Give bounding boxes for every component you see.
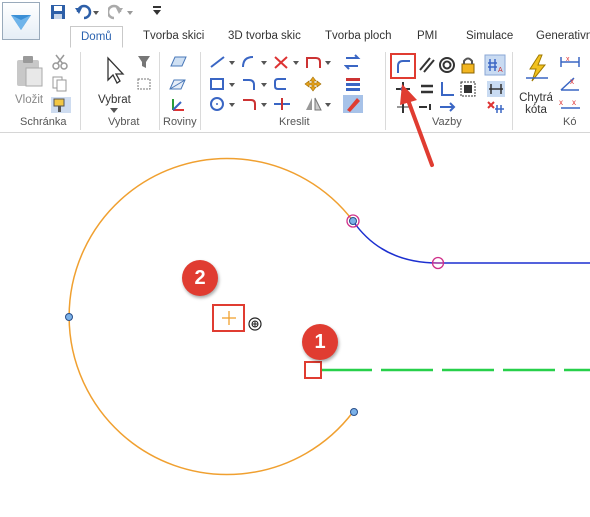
sketch-line-blue[interactable] [352,220,590,264]
arc-end-point[interactable] [350,408,358,416]
tangent-point-handle[interactable] [431,256,445,270]
step-badge-2: 2 [182,260,218,296]
center-snap-icon [248,317,262,331]
highlight-box-center [212,304,245,332]
arc-endpoint-handle[interactable] [346,214,360,228]
highlight-box-line-start [304,361,322,379]
arc-quadrant-point[interactable] [65,313,73,321]
step-badge-1: 1 [302,324,338,360]
sketch-canvas[interactable] [0,133,590,517]
